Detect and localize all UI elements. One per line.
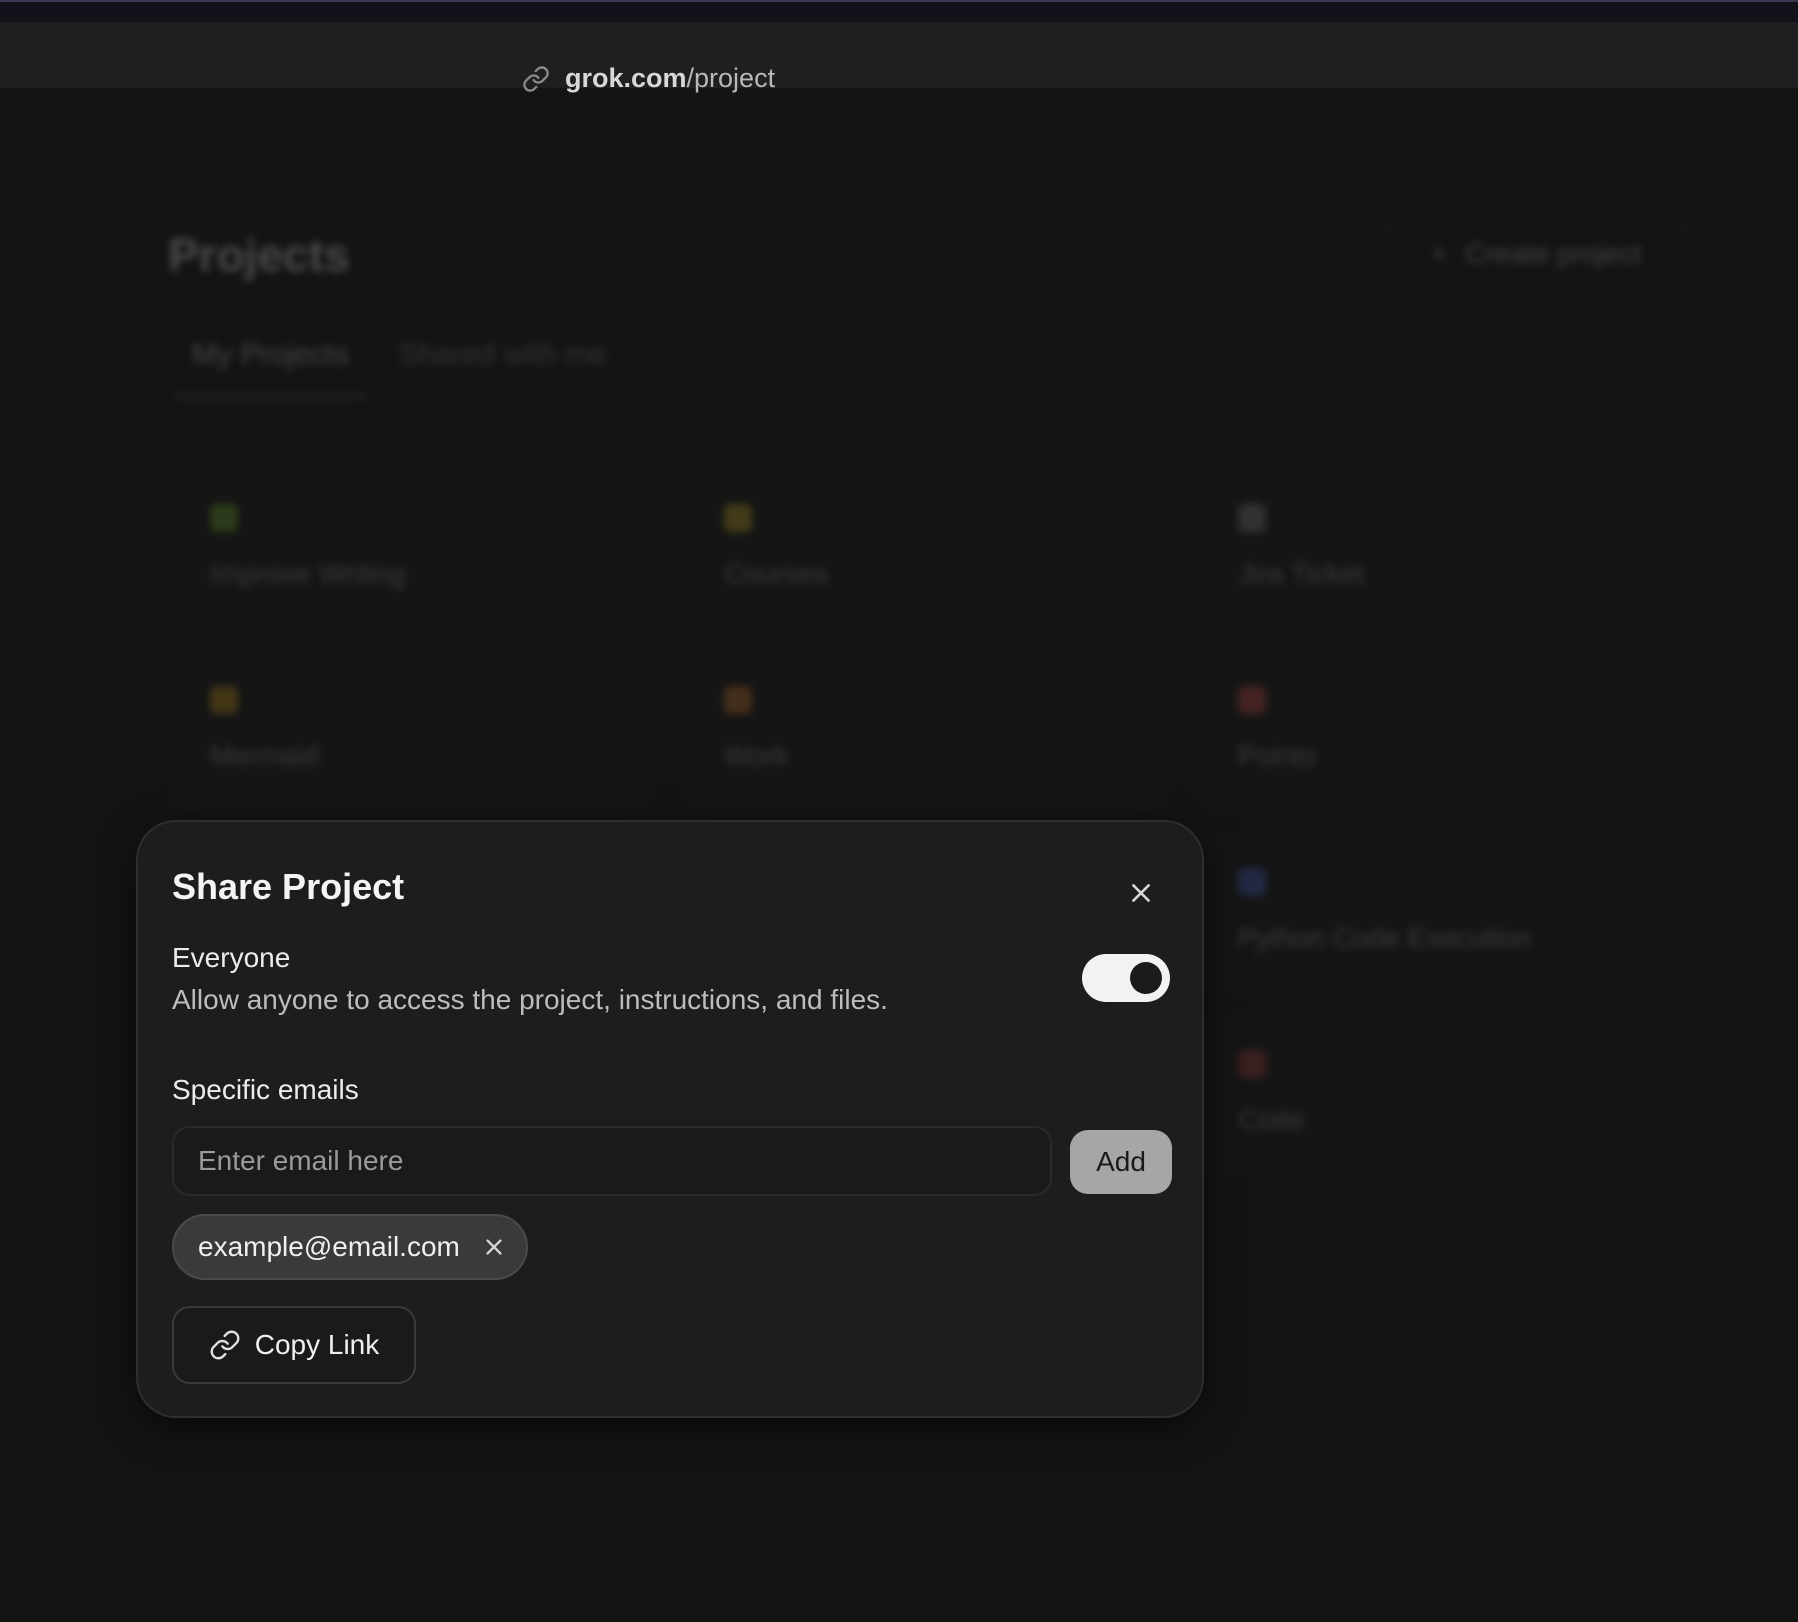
copy-link-label: Copy Link — [254, 1329, 380, 1360]
project-card: Code — [1198, 1016, 1682, 1174]
project-card-label: Courses — [724, 558, 829, 589]
tab-my-projects: My Projects — [176, 338, 365, 398]
tab-shared-with-me: Shared with me — [398, 338, 608, 371]
project-card: Points — [1198, 652, 1682, 810]
url-bar[interactable]: grok.com/project — [0, 22, 1798, 93]
email-chip: example@email.com — [172, 1214, 528, 1280]
project-tabs: My Projects Shared with me — [176, 338, 607, 398]
phone-icon — [1238, 868, 1266, 896]
project-card-label: Points — [1238, 740, 1316, 771]
everyone-toggle[interactable] — [1082, 954, 1170, 1002]
remove-email-button[interactable] — [482, 1235, 506, 1259]
share-project-dialog: Share Project Everyone Allow anyone to a… — [136, 820, 1204, 1418]
dialog-title: Share Project — [172, 866, 405, 907]
box-icon — [1238, 1050, 1266, 1078]
toggle-knob — [1130, 962, 1162, 994]
window-top-strip — [0, 0, 1798, 22]
close-icon — [486, 1239, 502, 1255]
triangle-icon — [724, 504, 752, 532]
project-card: Python Code Execution — [1198, 834, 1682, 992]
tabs-divider — [170, 394, 1680, 396]
calendar-icon — [1238, 504, 1266, 532]
plus-icon: + — [1430, 238, 1448, 269]
project-card-label: Work — [724, 740, 789, 771]
project-card: Mermaid — [170, 652, 654, 810]
everyone-label: Everyone — [172, 942, 291, 973]
project-card-label: Mermaid — [210, 740, 319, 771]
project-card-label: Python Code Execution — [1238, 922, 1531, 953]
tag-icon — [1238, 686, 1266, 714]
project-card: Jira Ticket — [1198, 470, 1682, 628]
page-title: Projects — [168, 229, 350, 281]
email-input[interactable] — [172, 1126, 1052, 1196]
copy-link-button[interactable]: Copy Link — [172, 1306, 416, 1384]
create-project-label: Create project — [1465, 238, 1642, 269]
sparkle-icon — [210, 504, 238, 532]
add-email-button[interactable]: Add — [1070, 1130, 1172, 1194]
everyone-description: Allow anyone to access the project, inst… — [172, 984, 888, 1015]
project-card-label: Jira Ticket — [1238, 558, 1365, 589]
project-card-label: Improve Writing — [210, 558, 406, 589]
email-chip-text: example@email.com — [198, 1231, 460, 1262]
specific-emails-label: Specific emails — [172, 1074, 359, 1105]
link-icon — [210, 1330, 240, 1360]
project-card-label: Code — [1238, 1104, 1305, 1135]
briefcase-icon — [724, 686, 752, 714]
project-card: Work — [684, 652, 1168, 810]
create-project-button: + Create project — [1386, 218, 1686, 290]
app-root: grok.com/project Projects + Create proje… — [0, 0, 1798, 1622]
close-button[interactable] — [1118, 870, 1164, 916]
square-icon — [210, 686, 238, 714]
project-card: Improve Writing — [170, 470, 654, 628]
close-icon — [1132, 884, 1150, 902]
project-card: Courses — [684, 470, 1168, 628]
